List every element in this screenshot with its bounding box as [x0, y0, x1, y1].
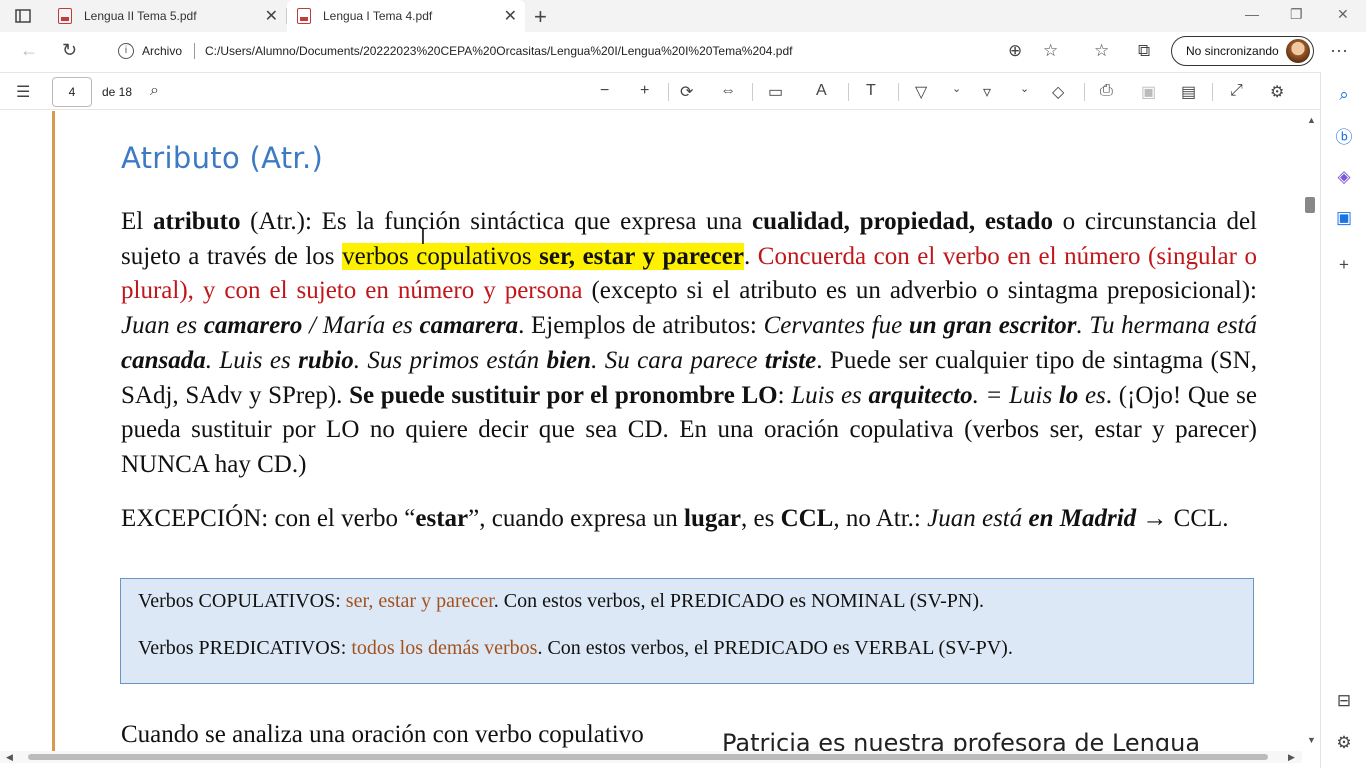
table-of-contents-icon[interactable]: ☰	[16, 82, 30, 102]
paragraph-excepcion: EXCEPCIÓN: con el verbo “estar”, cuando …	[121, 505, 1229, 532]
outlook-icon[interactable]: ▣	[1333, 207, 1355, 229]
page-total-label: de 18	[102, 85, 133, 99]
tab-label: Lengua II Tema 5.pdf	[84, 9, 197, 23]
scrollbar-thumb[interactable]	[28, 754, 1268, 760]
paragraph-atributo-definition: El atributo (Atr.): Es la función sintác…	[121, 208, 1258, 478]
fullscreen-icon[interactable]: ⤢	[1230, 82, 1243, 100]
restore-window-icon[interactable]: ❐	[1290, 6, 1303, 23]
scroll-right-arrow-icon[interactable]: ▶	[1288, 752, 1295, 763]
verb-types-box: Verbos COPULATIVOS: ser, estar y parecer…	[120, 578, 1254, 684]
pdf-file-icon	[58, 8, 72, 24]
print-icon[interactable]: ⎙	[1100, 82, 1113, 100]
save-as-icon[interactable]: ▤	[1181, 82, 1196, 102]
page-view-icon[interactable]: ▭	[768, 82, 783, 102]
predicativos-row: Verbos PREDICATIVOS: todos los demás ver…	[138, 637, 1013, 659]
tab-actions-icon[interactable]	[8, 6, 38, 26]
eraser-icon[interactable]: ◇	[1052, 82, 1064, 102]
edge-sidebar: ⌕ ⓑ ◈ ▣ + ⊟ ⚙	[1320, 72, 1366, 768]
toolbar-divider	[668, 83, 669, 101]
horizontal-scrollbar[interactable]: ◀ ▶	[0, 751, 1302, 763]
hide-sidebar-icon[interactable]: ⊟	[1333, 690, 1355, 712]
avatar	[1286, 39, 1310, 63]
draw-options-chevron-icon[interactable]: ⌄	[952, 82, 961, 95]
scroll-down-arrow-icon[interactable]: ▼	[1307, 735, 1316, 745]
settings-gear-icon[interactable]: ⚙	[1270, 82, 1284, 102]
url-divider	[194, 43, 196, 59]
more-options-icon[interactable]: ···	[1330, 40, 1348, 61]
favorites-icon[interactable]: ☆	[1094, 41, 1109, 61]
margin-line	[52, 111, 55, 751]
minimize-window-icon[interactable]: —	[1245, 6, 1259, 22]
example-sentence-image: Patricia es nuestra profesora de Lengua	[722, 729, 1201, 751]
copulativos-row: Verbos COPULATIVOS: ser, estar y parecer…	[138, 590, 984, 612]
tab-label: Lengua I Tema 4.pdf	[323, 9, 433, 23]
new-tab-plus-icon[interactable]: +	[534, 4, 547, 30]
profile-sync-button[interactable]: No sincronizando	[1171, 36, 1314, 66]
refresh-icon[interactable]: ↻	[62, 40, 77, 61]
url-field[interactable]: i Archivo C:/Users/Alumno/Documents/2022…	[104, 37, 1070, 65]
highlight-icon[interactable]: ▿	[983, 82, 991, 102]
collections-icon[interactable]: ⧉	[1138, 41, 1150, 61]
pdf-toolbar: ☰ 4 de 18 ⌕ − + ⟳ ⇔ ▭ A T ▽ ⌄ ▿ ⌄ ◇ ⎙ ▣ …	[0, 72, 1320, 110]
toolbar-divider	[1084, 83, 1085, 101]
pdf-viewer[interactable]: Atributo (Atr.) El atributo (Atr.): Es l…	[0, 111, 1302, 751]
highlight-options-chevron-icon[interactable]: ⌄	[1020, 82, 1029, 95]
search-icon[interactable]: ⌕	[150, 82, 159, 100]
fit-to-width-icon[interactable]: ⇔	[720, 82, 736, 100]
page-number: 4	[68, 85, 76, 99]
toolbar-divider	[848, 83, 849, 101]
url-text: C:/Users/Alumno/Documents/20222023%20CEP…	[205, 44, 793, 58]
site-label: Archivo	[142, 44, 183, 58]
zoom-icon[interactable]: ⊕	[1008, 41, 1022, 61]
close-tab-icon[interactable]: ✕	[265, 6, 278, 26]
scrollbar-thumb[interactable]	[1305, 197, 1315, 213]
paragraph-analisis: Cuando se analiza una oración con verbo …	[121, 721, 644, 748]
address-bar: ← ↻ i Archivo C:/Users/Alumno/Documents/…	[0, 32, 1366, 70]
close-window-icon[interactable]: ✕	[1337, 6, 1349, 23]
scroll-left-arrow-icon[interactable]: ◀	[6, 752, 13, 763]
zoom-out-icon[interactable]: −	[600, 82, 609, 100]
zoom-in-icon[interactable]: +	[640, 82, 649, 100]
toolbar-divider	[1212, 83, 1213, 101]
bing-chat-icon[interactable]: ⓑ	[1333, 124, 1355, 147]
add-text-icon[interactable]: T	[866, 82, 876, 100]
sync-label: No sincronizando	[1186, 44, 1279, 58]
highlighted-text: verbos copulativos ser, estar y parecer	[342, 242, 744, 270]
close-tab-icon[interactable]: ✕	[504, 6, 517, 26]
pdf-file-icon	[297, 8, 311, 24]
back-arrow-icon[interactable]: ←	[20, 40, 38, 61]
office-icon[interactable]: ◈	[1333, 166, 1355, 188]
read-aloud-icon[interactable]: A	[816, 82, 827, 100]
scroll-up-arrow-icon[interactable]: ▲	[1307, 115, 1316, 125]
tab-bar: Lengua II Tema 5.pdf ✕ Lengua I Tema 4.p…	[0, 0, 1366, 32]
page-title: Atributo (Atr.)	[121, 141, 324, 175]
text-cursor-icon: I	[420, 225, 426, 249]
page-number-input[interactable]: 4	[52, 77, 92, 107]
tab-lengua-ii-tema-5[interactable]: Lengua II Tema 5.pdf ✕	[48, 0, 286, 32]
add-sidebar-item-icon[interactable]: +	[1333, 254, 1355, 276]
add-favorite-star-icon[interactable]: ☆	[1043, 41, 1058, 61]
sidebar-settings-gear-icon[interactable]: ⚙	[1333, 732, 1355, 754]
rotate-icon[interactable]: ⟳	[680, 82, 693, 102]
save-icon[interactable]: ▣	[1141, 82, 1156, 102]
toolbar-divider	[898, 83, 899, 101]
tab-lengua-i-tema-4[interactable]: Lengua I Tema 4.pdf ✕	[287, 0, 525, 32]
toolbar-divider	[752, 83, 753, 101]
info-icon[interactable]: i	[118, 43, 134, 59]
draw-icon[interactable]: ▽	[915, 82, 927, 102]
search-icon[interactable]: ⌕	[1333, 84, 1355, 106]
vertical-scrollbar[interactable]: ▲ ▼	[1302, 111, 1320, 751]
